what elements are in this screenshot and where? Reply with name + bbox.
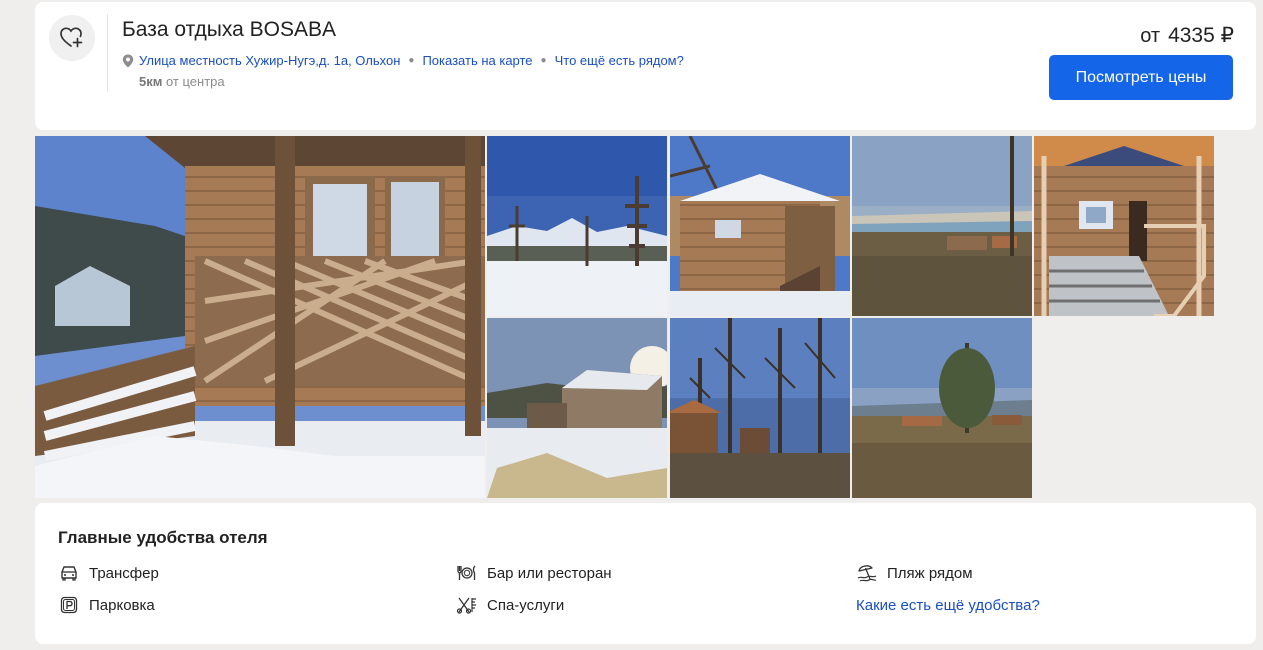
heart-plus-icon [60, 27, 83, 48]
gallery-photo-6[interactable] [487, 318, 667, 498]
add-to-favorites-button[interactable] [49, 15, 95, 61]
location-pin-icon [122, 54, 134, 68]
gallery-photo-4[interactable] [852, 136, 1032, 316]
amenity-label: Спа-услуги [487, 596, 565, 614]
gallery-photo-5[interactable] [1034, 136, 1214, 316]
price-prefix: от [1140, 25, 1161, 47]
hotel-header-card: База отдыха BOSABA Улица местность Хужир… [35, 2, 1256, 130]
gallery-photo-7[interactable] [670, 318, 850, 498]
car-icon [58, 563, 80, 583]
amenity-label: Пляж рядом [887, 564, 973, 582]
distance-text: от центра [165, 74, 225, 89]
amenity-spa: Спа-услуги [456, 595, 564, 615]
amenity-transfer: Трансфер [58, 563, 159, 583]
amenity-beach: Пляж рядом [856, 563, 973, 583]
gallery-photo-main[interactable] [35, 136, 485, 498]
amenity-label: Бар или ресторан [487, 564, 612, 582]
parking-icon [58, 595, 80, 615]
address-row: Улица местность Хужир-Нугэ,д. 1а, Ольхон… [122, 53, 684, 68]
amenities-title: Главные удобства отеля [58, 528, 268, 547]
address-link[interactable]: Улица местность Хужир-Нугэ,д. 1а, Ольхон [139, 53, 400, 68]
amenities-card: Главные удобства отеля Трансфер Бар или … [35, 503, 1256, 644]
separator-dot: ● [540, 55, 547, 66]
distance-from-center: 5км от центра [139, 74, 225, 89]
price-display: от 4335 ₽ [1140, 23, 1234, 48]
spa-icon [456, 595, 478, 615]
amenity-bar-restaurant: Бар или ресторан [456, 563, 612, 583]
gallery-photo-2[interactable] [487, 136, 667, 316]
header-divider [107, 14, 108, 92]
more-amenities-link[interactable]: Какие есть ещё удобства? [856, 597, 1040, 614]
nearby-link[interactable]: Что ещё есть рядом? [555, 53, 684, 68]
amenity-label: Парковка [89, 596, 155, 614]
amenity-label: Трансфер [89, 564, 159, 582]
price-amount: 4335 ₽ [1168, 24, 1234, 47]
separator-dot: ● [408, 55, 415, 66]
cutlery-icon [456, 563, 478, 583]
amenity-parking: Парковка [58, 595, 155, 615]
gallery-photo-3[interactable] [670, 136, 850, 316]
show-on-map-link[interactable]: Показать на карте [422, 53, 532, 68]
view-prices-button[interactable]: Посмотреть цены [1049, 55, 1233, 100]
gallery-photo-8[interactable] [852, 318, 1032, 498]
beach-icon [856, 563, 878, 583]
distance-value: 5км [139, 74, 163, 89]
hotel-title: База отдыха BOSABA [122, 18, 336, 41]
